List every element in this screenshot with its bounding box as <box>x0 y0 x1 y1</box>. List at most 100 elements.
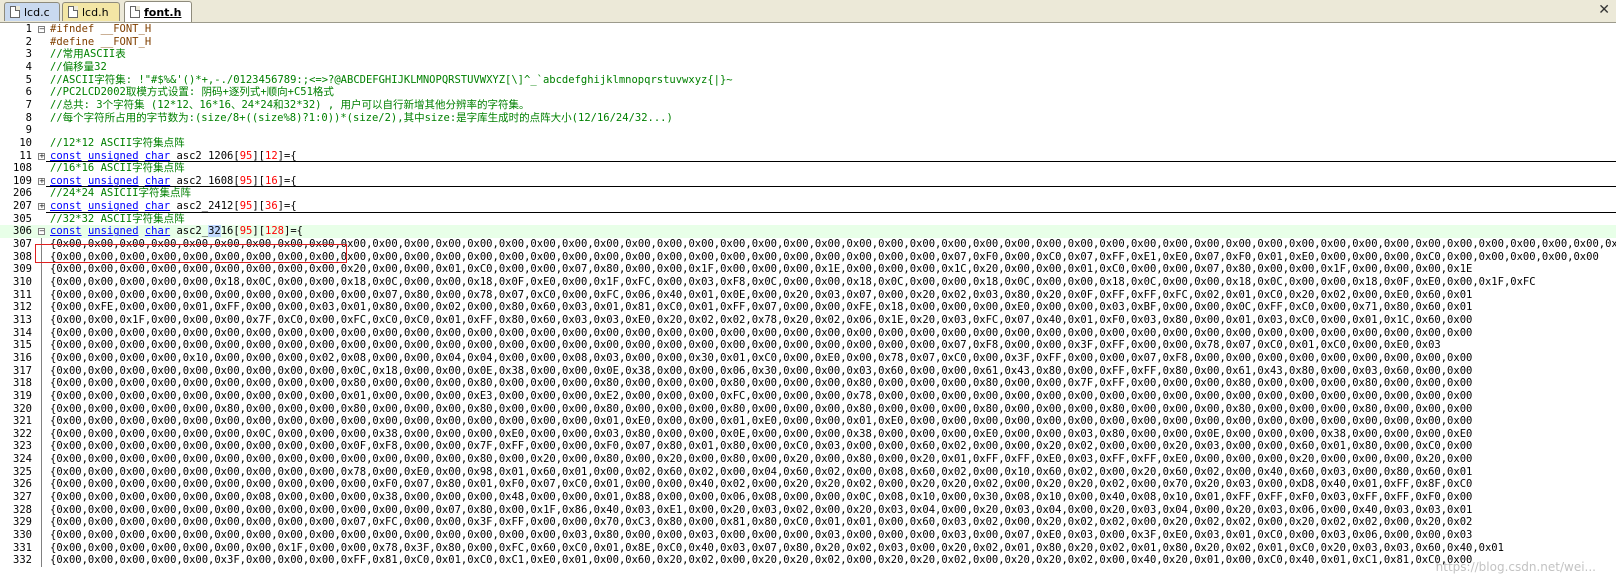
code-line[interactable]: 206 //24*24 ASICII字符集点阵 <box>0 187 1616 200</box>
code-line[interactable]: 9 <box>0 124 1616 137</box>
code-line[interactable]: 310 {0x00,0x00,0x00,0x00,0x00,0x18,0x0C,0… <box>0 276 1616 289</box>
code-line[interactable]: 10 //12*12 ASCII字符集点阵 <box>0 137 1616 150</box>
code-text: //12*12 ASCII字符集点阵 <box>50 136 185 149</box>
code-line[interactable]: 325 {0x00,0x00,0x00,0x00,0x00,0x00,0x00,0… <box>0 466 1616 479</box>
fold-expand-icon[interactable]: + <box>38 152 45 160</box>
code-text: //32*32 ASCII字符集点阵 <box>50 212 185 225</box>
code-line[interactable]: 11 + const unsigned char asc2_1206[95][12]… <box>0 150 1616 163</box>
code-line[interactable]: 207 + const unsigned char asc2_2412[95][36… <box>0 200 1616 213</box>
code-line[interactable]: 313 {0x00,0x00,0x1F,0x00,0x00,0x00,0x7F,0… <box>0 314 1616 327</box>
line-number: 321 <box>13 415 32 428</box>
code-text: {0x00,0x00,0x00,0x00,0x00,0x3F,0x00,0x00… <box>50 554 1473 567</box>
code-line[interactable]: 314 {0x00,0x00,0x00,0x00,0x00,0x00,0x00,0… <box>0 327 1616 340</box>
code-text: {0x00,0x00,0x00,0x00,0x10,0x00,0x00,0x00… <box>50 351 1473 364</box>
line-number: 313 <box>13 313 32 326</box>
line-number: 2 <box>25 35 32 48</box>
line-number: 328 <box>13 503 32 516</box>
code-line[interactable]: 1− #ifndef __FONT_H <box>0 23 1616 36</box>
line-number: 5 <box>25 73 32 86</box>
line-number: 206 <box>13 187 32 200</box>
code-line[interactable]: 328 {0x00,0x00,0x00,0x00,0x00,0x00,0x00,0… <box>0 504 1616 517</box>
fold-collapse-icon[interactable]: − <box>38 228 45 236</box>
file-icon <box>130 6 140 18</box>
code-text: {0x00,0x00,0x00,0x00,0x00,0x00,0x00,0x00… <box>50 415 1473 428</box>
code-line[interactable]: 316 {0x00,0x00,0x00,0x00,0x10,0x00,0x00,0… <box>0 352 1616 365</box>
code-text: {0x00,0x00,0x00,0x00,0x00,0x00,0x00,0x00… <box>50 440 1473 453</box>
code-line[interactable]: 320 {0x00,0x00,0x00,0x00,0x00,0x80,0x00,0… <box>0 403 1616 416</box>
line-number: 207 <box>13 200 32 213</box>
code-line[interactable]: 7 //总共: 3个字符集 (12*12、16*16、24*24和32*32) ,… <box>0 99 1616 112</box>
code-text: #ifndef __FONT_H <box>50 23 152 35</box>
code-line[interactable]: 108 //16*16 ASCII字符集点阵 <box>0 162 1616 175</box>
code-line[interactable]: 332 {0x00,0x00,0x00,0x00,0x00,0x3F,0x00,0… <box>0 554 1616 567</box>
code-line[interactable]: 5 //ASCII字符集: !"#$%&'()*+,-./0123456789:;… <box>0 74 1616 87</box>
code-text: {0x00,0x00,0x00,0x00,0x00,0x00,0x00,0x00… <box>50 516 1473 529</box>
code-text: //16*16 ASCII字符集点阵 <box>50 162 185 175</box>
code-line[interactable]: 6 //PC2LCD2002取模方式设置: 阴码+逐列式+顺向+C51格式 <box>0 86 1616 99</box>
code-line[interactable]: 3 //常用ASCII表 <box>0 48 1616 61</box>
code-line[interactable]: 109 + const unsigned char asc2_1608[95][16… <box>0 175 1616 188</box>
fold-expand-icon[interactable]: + <box>38 177 45 185</box>
code-text: {0x00,0x00,0x00,0x00,0x00,0x80,0x00,0x00… <box>50 402 1473 415</box>
file-icon <box>10 6 20 18</box>
line-number: 323 <box>13 440 32 453</box>
code-line[interactable]: 4 //偏移量32 <box>0 61 1616 74</box>
tab-bar: lcd.c lcd.h font.h ✕ <box>0 0 1616 23</box>
line-number: 326 <box>13 478 32 491</box>
code-line[interactable]: 317 {0x00,0x00,0x00,0x00,0x00,0x00,0x00,0… <box>0 365 1616 378</box>
line-number: 11 <box>19 149 32 162</box>
code-line[interactable]: 330 {0x00,0x00,0x00,0x00,0x00,0x00,0x00,0… <box>0 529 1616 542</box>
code-line[interactable]: 318 {0x00,0x00,0x00,0x00,0x00,0x00,0x00,0… <box>0 377 1616 390</box>
file-icon <box>68 6 78 18</box>
code-line[interactable]: 309 {0x00,0x00,0x00,0x00,0x00,0x00,0x00,0… <box>0 263 1616 276</box>
close-icon[interactable]: ✕ <box>1598 2 1610 18</box>
tab-label: lcd.c <box>24 5 50 19</box>
code-line[interactable]: 321 {0x00,0x00,0x00,0x00,0x00,0x00,0x00,0… <box>0 415 1616 428</box>
code-line[interactable]: 305 //32*32 ASCII字符集点阵 <box>0 213 1616 226</box>
code-text: {0x00,0x00,0x00,0x00,0x00,0x00,0x00,0x00… <box>50 529 1473 541</box>
tab-font-h[interactable]: font.h <box>124 1 192 22</box>
code-line[interactable]: 311 {0x00,0x00,0x00,0x00,0x00,0x00,0x00,0… <box>0 289 1616 302</box>
line-number: 6 <box>25 86 32 99</box>
line-number: 320 <box>13 402 32 415</box>
tab-lcd-c[interactable]: lcd.c <box>4 2 60 21</box>
code-text: //每个字符所占用的字节数为:(size/8+((size%8)?1:0))*(… <box>50 111 673 124</box>
line-number: 10 <box>19 136 32 149</box>
line-number: 109 <box>13 174 32 187</box>
code-text: //总共: 3个字符集 (12*12、16*16、24*24和32*32) , … <box>50 98 530 111</box>
code-text: {0x00,0x00,0x00,0x00,0x00,0x00,0x00,0x00… <box>50 326 1473 339</box>
line-number: 4 <box>25 60 32 73</box>
code-text: {0x00,0x00,0x00,0x00,0x00,0x00,0x00,0x00… <box>50 377 1473 390</box>
code-text: {0x00,0x00,0x00,0x00,0x00,0x00,0x00,0x00… <box>50 478 1473 491</box>
code-line[interactable]: 315 {0x00,0x00,0x00,0x00,0x00,0x00,0x00,0… <box>0 339 1616 352</box>
line-number: 312 <box>13 301 32 314</box>
code-line[interactable]: 322 {0x00,0x00,0x00,0x00,0x00,0x00,0x0C,0… <box>0 428 1616 441</box>
code-line[interactable]: 312 {0x00,0xFE,0x00,0x00,0x01,0xFF,0x00,0… <box>0 301 1616 314</box>
line-number: 318 <box>13 377 32 390</box>
code-line[interactable]: 326 {0x00,0x00,0x00,0x00,0x00,0x00,0x00,0… <box>0 478 1616 491</box>
line-number: 325 <box>13 465 32 478</box>
code-line[interactable]: 331 {0x00,0x00,0x00,0x00,0x00,0x00,0x00,0… <box>0 542 1616 555</box>
line-number: 1 <box>25 23 32 35</box>
code-line[interactable]: 324 {0x00,0x00,0x00,0x00,0x00,0x00,0x00,0… <box>0 453 1616 466</box>
line-number: 7 <box>25 98 32 111</box>
code-line[interactable]: 306− const unsigned char asc2_3216[95][12… <box>0 225 1616 239</box>
code-text: #define __FONT_H <box>50 35 152 48</box>
fold-collapse-icon[interactable]: − <box>38 26 45 33</box>
code-line[interactable]: 327 {0x00,0x00,0x00,0x00,0x00,0x00,0x08,0… <box>0 491 1616 504</box>
code-line[interactable]: 8 //每个字符所占用的字节数为:(size/8+((size%8)?1:0))*… <box>0 112 1616 125</box>
code-text: {0x00,0x00,0x00,0x00,0x00,0x00,0x0C,0x00… <box>50 427 1473 440</box>
tab-lcd-h[interactable]: lcd.h <box>62 2 120 21</box>
code-text: //ASCII字符集: !"#$%&'()*+,-./0123456789:;<… <box>50 73 733 86</box>
watermark: https://blog.csdn.net/wei... <box>1435 560 1596 574</box>
code-line[interactable]: 323 {0x00,0x00,0x00,0x00,0x00,0x00,0x00,0… <box>0 440 1616 453</box>
line-number: 3 <box>25 48 32 61</box>
line-number: 306 <box>13 225 32 238</box>
code-line[interactable]: 319 {0x00,0x00,0x00,0x00,0x00,0x00,0x00,0… <box>0 390 1616 403</box>
code-line[interactable]: 329 {0x00,0x00,0x00,0x00,0x00,0x00,0x00,0… <box>0 516 1616 529</box>
code-line[interactable]: 2 #define __FONT_H <box>0 36 1616 49</box>
line-number: 311 <box>13 288 32 301</box>
fold-expand-icon[interactable]: + <box>38 203 45 211</box>
code-editor[interactable]: 1− #ifndef __FONT_H 2 #define __FONT_H 3//常用… <box>0 23 1616 588</box>
code-text: const unsigned char asc2_3216[95][128]={ <box>50 225 303 238</box>
